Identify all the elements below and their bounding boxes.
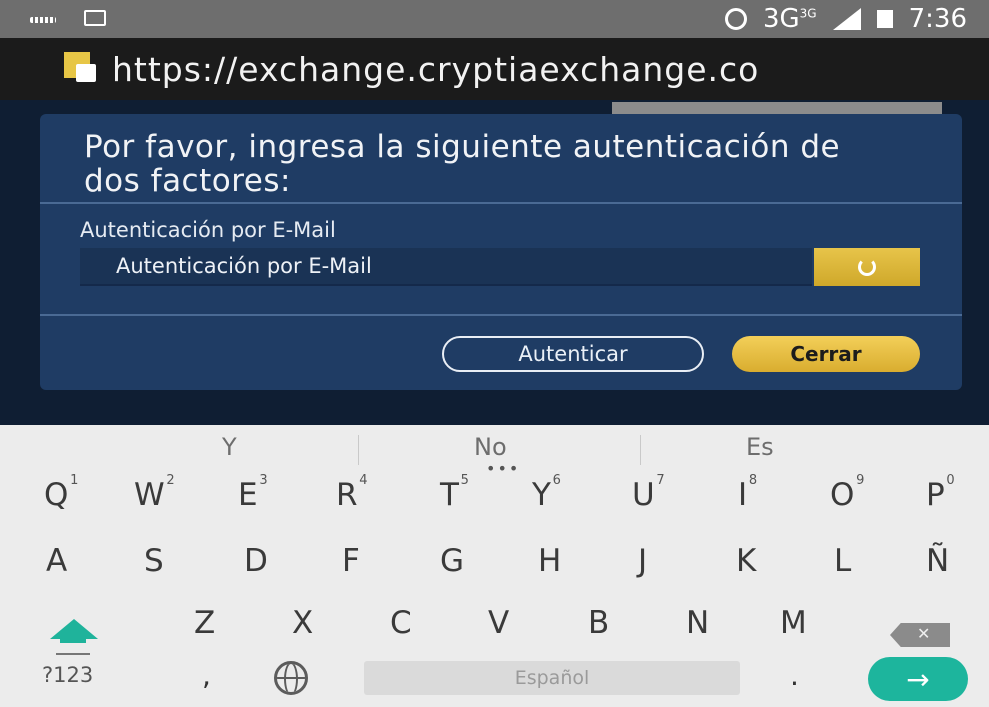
space-bar[interactable]: Español	[364, 661, 740, 695]
key-x[interactable]: X	[292, 605, 313, 641]
key-y[interactable]: Y6	[532, 473, 561, 513]
dialog-title: Por favor, ingresa la siguiente autentic…	[84, 129, 841, 199]
key-w[interactable]: W2	[134, 473, 175, 513]
suggestion-strip: Y No ••• Es	[0, 425, 989, 478]
key-b[interactable]: B	[588, 605, 609, 641]
notification-dots-icon	[30, 17, 56, 23]
key-j[interactable]: J	[638, 543, 647, 579]
backspace-icon[interactable]: ✕	[890, 623, 950, 647]
refresh-icon	[858, 258, 876, 276]
key-z[interactable]: Z	[194, 605, 215, 641]
suggestion-1[interactable]: Y	[222, 433, 237, 461]
alarm-icon	[724, 8, 747, 30]
suggestion-2[interactable]: No	[474, 433, 507, 461]
authenticate-button[interactable]: Autenticar	[442, 336, 704, 372]
site-security-icon[interactable]	[64, 52, 98, 86]
key-n-tilde[interactable]: Ñ	[926, 543, 949, 579]
notification-icons	[30, 10, 106, 26]
enter-button[interactable]: →	[868, 657, 968, 701]
key-o[interactable]: O9	[830, 473, 864, 513]
suggestion-divider	[640, 435, 641, 465]
period-key[interactable]: .	[790, 659, 799, 692]
email-auth-label: Autenticación por E-Mail	[80, 218, 336, 242]
dialog-divider-bottom	[40, 314, 962, 316]
key-u[interactable]: U7	[632, 473, 665, 513]
key-f[interactable]: F	[342, 543, 360, 579]
image-notification-icon	[84, 10, 106, 26]
more-suggestions-indicator[interactable]: •••	[486, 459, 520, 478]
email-auth-field[interactable]: Autenticación por E-Mail	[80, 248, 812, 286]
key-i[interactable]: I8	[738, 473, 757, 513]
url-text[interactable]: https://exchange.cryptiaexchange.co	[112, 50, 759, 89]
email-auth-value: Autenticación por E-Mail	[116, 254, 372, 278]
key-a[interactable]: A	[46, 543, 67, 579]
key-k[interactable]: K	[736, 543, 756, 579]
battery-icon	[876, 10, 893, 28]
keyboard-row-1: Q1 W2 E3 R4 T5 Y6 U7 I8 O9 P0	[0, 473, 989, 535]
clock: 7:36	[908, 4, 967, 34]
key-r[interactable]: R4	[336, 473, 368, 513]
comma-key[interactable]: ,	[202, 659, 211, 692]
resend-code-button[interactable]	[814, 248, 920, 286]
two-factor-dialog: Por favor, ingresa la siguiente autentic…	[40, 114, 962, 390]
status-indicators: 3G3G 7:36	[724, 4, 967, 34]
status-bar: 3G3G 7:36	[0, 0, 989, 38]
close-button[interactable]: Cerrar	[732, 336, 920, 372]
key-e[interactable]: E3	[238, 473, 268, 513]
key-t[interactable]: T5	[440, 473, 469, 513]
signal-icon	[832, 8, 861, 30]
suggestion-3[interactable]: Es	[746, 433, 774, 461]
suggestion-divider	[358, 435, 359, 465]
key-l[interactable]: L	[834, 543, 851, 579]
soft-keyboard: Y No ••• Es Q1 W2 E3 R4 T5 Y6 U7 I8 O9 P…	[0, 425, 989, 707]
symbols-key[interactable]: ?123	[42, 663, 93, 687]
key-q[interactable]: Q1	[44, 473, 78, 513]
keyboard-row-2: A S D F G H J K L Ñ	[0, 543, 989, 601]
key-d[interactable]: D	[244, 543, 268, 579]
key-g[interactable]: G	[440, 543, 464, 579]
globe-icon[interactable]	[274, 661, 308, 695]
key-c[interactable]: C	[390, 605, 412, 641]
key-h[interactable]: H	[538, 543, 561, 579]
dialog-divider-top	[40, 202, 962, 204]
key-m[interactable]: M	[780, 605, 807, 641]
keyboard-bottom-row: ?123 , Español . →	[0, 649, 989, 707]
network-type: 3G3G	[762, 4, 817, 34]
key-v[interactable]: V	[488, 605, 509, 641]
key-p[interactable]: P0	[926, 473, 955, 513]
key-n[interactable]: N	[686, 605, 709, 641]
key-s[interactable]: S	[144, 543, 164, 579]
browser-url-bar[interactable]: https://exchange.cryptiaexchange.co	[0, 38, 989, 100]
